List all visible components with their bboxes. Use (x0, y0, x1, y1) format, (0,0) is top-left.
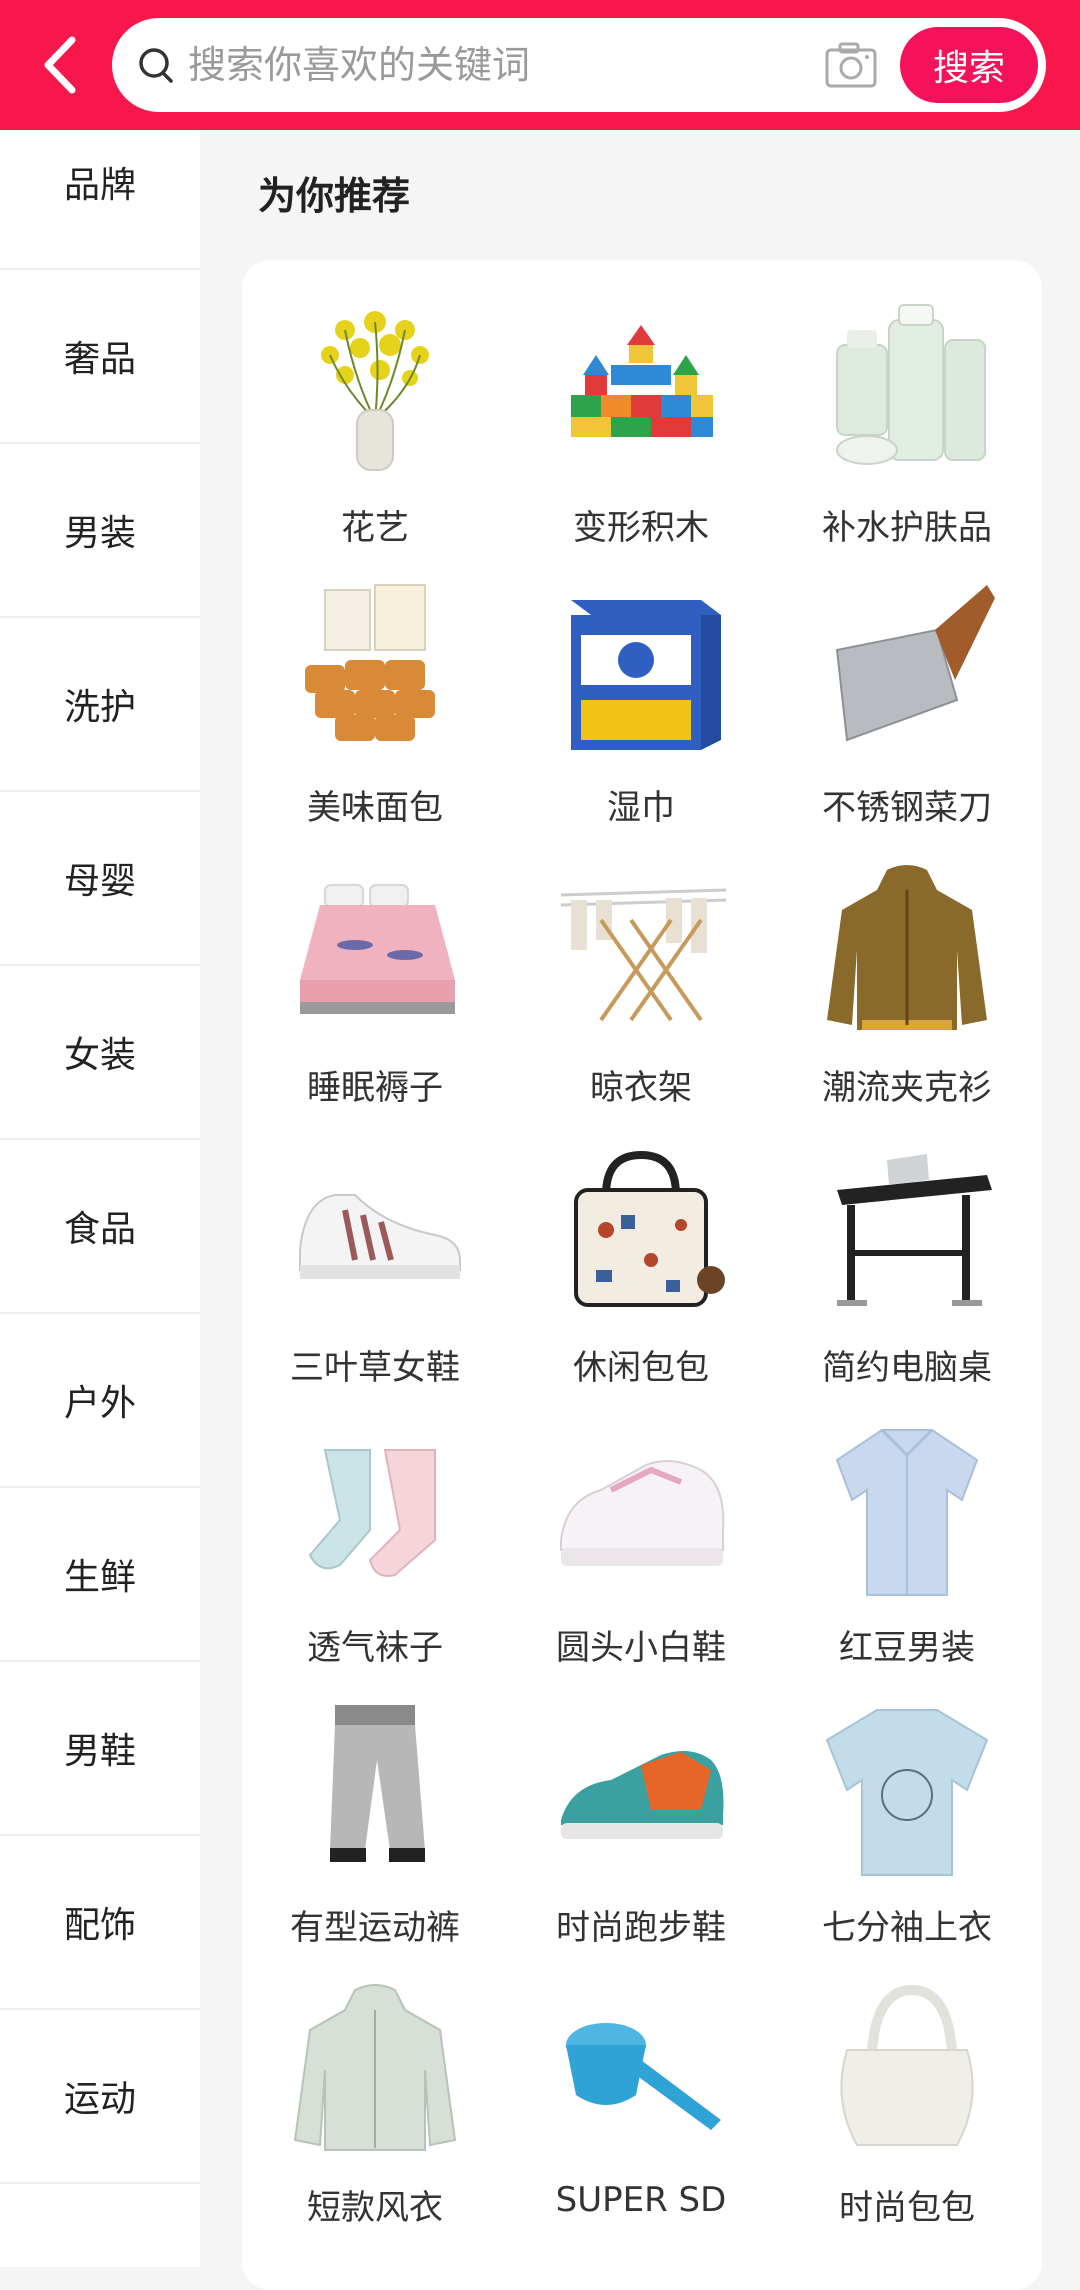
bread-icon (285, 580, 465, 760)
kitchen-knife-icon (817, 580, 997, 760)
product-item[interactable]: SUPER SD (508, 1980, 774, 2260)
drying-rack-icon (551, 860, 731, 1040)
search-box[interactable]: 搜索 (112, 18, 1046, 112)
sidebar-item-womenswear[interactable]: 女装 (0, 966, 200, 1140)
product-item[interactable]: 潮流夹克衫 (774, 860, 1040, 1140)
shirt-icon (817, 1420, 997, 1600)
product-item[interactable]: 睡眠褥子 (242, 860, 508, 1140)
product-item[interactable]: 短款风衣 (242, 1980, 508, 2260)
product-item[interactable]: 时尚跑步鞋 (508, 1700, 774, 1980)
product-item[interactable]: 湿巾 (508, 580, 774, 860)
product-label: 七分袖上衣 (822, 1908, 992, 1948)
sidebar-item-mens-shoes[interactable]: 男鞋 (0, 1662, 200, 1836)
search-icon (136, 45, 176, 85)
product-item[interactable]: 美味面包 (242, 580, 508, 860)
sidebar-item-food[interactable]: 食品 (0, 1140, 200, 1314)
search-input[interactable] (188, 18, 908, 112)
mattress-icon (285, 860, 465, 1040)
product-item[interactable]: 圆头小白鞋 (508, 1420, 774, 1700)
product-item[interactable]: 透气袜子 (242, 1420, 508, 1700)
running-shoe-icon (551, 1700, 731, 1880)
sidebar-item-sports[interactable]: 运动 (0, 2010, 200, 2184)
product-item[interactable]: 不锈钢菜刀 (774, 580, 1040, 860)
product-label: 透气袜子 (307, 1628, 443, 1668)
sidebar-item-menswear[interactable]: 男装 (0, 444, 200, 618)
product-item[interactable]: 红豆男装 (774, 1420, 1040, 1700)
product-item[interactable]: 有型运动裤 (242, 1700, 508, 1980)
sidebar-item-brand[interactable]: 品牌 (0, 96, 200, 270)
product-label: 时尚跑步鞋 (556, 1908, 726, 1948)
product-label: 简约电脑桌 (822, 1348, 992, 1388)
laptop-desk-icon (817, 1140, 997, 1320)
product-label: 补水护肤品 (822, 508, 992, 548)
product-label: 时尚包包 (839, 2188, 975, 2228)
wet-wipes-box-icon (551, 580, 731, 760)
sidebar-item-accessories[interactable]: 配饰 (0, 1836, 200, 2010)
back-icon[interactable] (30, 30, 90, 100)
product-label: 红豆男装 (839, 1628, 975, 1668)
product-label: SUPER SD (555, 2180, 727, 2220)
section-title: 为你推荐 (258, 174, 411, 218)
white-sneaker-icon (551, 1420, 731, 1600)
product-label: 变形积木 (573, 508, 709, 548)
sidebar-item-mother-baby[interactable]: 母婴 (0, 792, 200, 966)
product-label: 潮流夹克衫 (822, 1068, 992, 1108)
socks-icon (285, 1420, 465, 1600)
white-bag-icon (817, 1980, 997, 2160)
sidebar-item-personal-care[interactable]: 洗护 (0, 618, 200, 792)
product-label: 美味面包 (307, 788, 443, 828)
product-item[interactable]: 晾衣架 (508, 860, 774, 1140)
measuring-scoop-icon (551, 1980, 731, 2160)
product-label: 圆头小白鞋 (556, 1628, 726, 1668)
tshirt-icon (817, 1700, 997, 1880)
building-blocks-icon (551, 300, 731, 480)
product-item[interactable]: 花艺 (242, 300, 508, 580)
product-label: 湿巾 (607, 788, 675, 828)
skincare-bottles-icon (817, 300, 997, 480)
jacket-icon (817, 860, 997, 1040)
camera-icon[interactable] (824, 40, 878, 90)
product-item[interactable]: 休闲包包 (508, 1140, 774, 1420)
product-item[interactable]: 时尚包包 (774, 1980, 1040, 2260)
sidebar-item-fresh[interactable]: 生鲜 (0, 1488, 200, 1662)
product-item[interactable]: 补水护肤品 (774, 300, 1040, 580)
product-label: 三叶草女鞋 (290, 1348, 460, 1388)
sneaker-icon (285, 1140, 465, 1320)
product-label: 睡眠褥子 (307, 1068, 443, 1108)
flower-vase-icon (285, 300, 465, 480)
product-item[interactable]: 七分袖上衣 (774, 1700, 1040, 1980)
windbreaker-icon (285, 1980, 465, 2160)
product-item[interactable]: 简约电脑桌 (774, 1140, 1040, 1420)
handbag-icon (551, 1140, 731, 1320)
product-label: 晾衣架 (590, 1068, 692, 1108)
product-item[interactable]: 变形积木 (508, 300, 774, 580)
recommendation-card: 花艺 变形积木 补水护肤品 美味面包 湿巾 不锈钢菜刀 睡眠褥子 晾衣架 潮流夹… (242, 260, 1042, 2290)
product-label: 短款风衣 (307, 2188, 443, 2228)
sidebar-item-outdoor[interactable]: 户外 (0, 1314, 200, 1488)
product-label: 不锈钢菜刀 (822, 788, 992, 828)
search-button[interactable]: 搜索 (900, 27, 1038, 103)
sweatpants-icon (285, 1700, 465, 1880)
product-label: 花艺 (341, 508, 409, 548)
product-label: 有型运动裤 (290, 1908, 460, 1948)
product-item[interactable]: 三叶草女鞋 (242, 1140, 508, 1420)
sidebar-item-luxury[interactable]: 奢品 (0, 270, 200, 444)
product-label: 休闲包包 (573, 1348, 709, 1388)
category-sidebar: 品牌 奢品 男装 洗护 母婴 女装 食品 户外 生鲜 男鞋 配饰 运动 (0, 130, 200, 2267)
